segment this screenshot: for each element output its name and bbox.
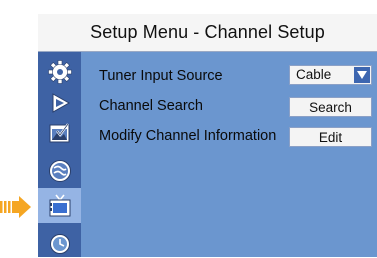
- tv-icon: [49, 194, 70, 216]
- selection-pointer-icon: [0, 196, 31, 218]
- tuner-input-source-dropdown[interactable]: Cable: [289, 65, 372, 85]
- channel-search-label: Channel Search: [99, 98, 203, 114]
- sidebar-item-general[interactable]: [38, 57, 81, 86]
- picture-edit-icon: [49, 122, 69, 142]
- sound-icon: [48, 159, 71, 182]
- sidebar-item-timer[interactable]: [38, 229, 81, 258]
- tuner-input-source-value: Cable: [296, 67, 332, 82]
- sidebar-item-picture[interactable]: [38, 118, 81, 147]
- sidebar: [38, 52, 81, 257]
- page-title: Setup Menu - Channel Setup: [90, 22, 325, 42]
- play-icon: [52, 92, 70, 113]
- clock-icon: [49, 233, 70, 254]
- setup-menu-screen: Setup Menu - Channel Setup Tuner Input S…: [38, 14, 377, 257]
- sidebar-item-playback[interactable]: [38, 88, 81, 117]
- chevron-down-icon[interactable]: [354, 67, 370, 83]
- edit-button[interactable]: Edit: [289, 127, 372, 147]
- modify-channel-info-label: Modify Channel Information: [99, 128, 277, 144]
- sidebar-item-audio[interactable]: [38, 156, 81, 185]
- tuner-input-source-label: Tuner Input Source: [99, 68, 223, 84]
- gear-icon: [47, 59, 72, 84]
- title-bar: Setup Menu - Channel Setup: [38, 14, 377, 52]
- search-button[interactable]: Search: [289, 97, 372, 117]
- sidebar-item-channel-setup[interactable]: [38, 188, 81, 223]
